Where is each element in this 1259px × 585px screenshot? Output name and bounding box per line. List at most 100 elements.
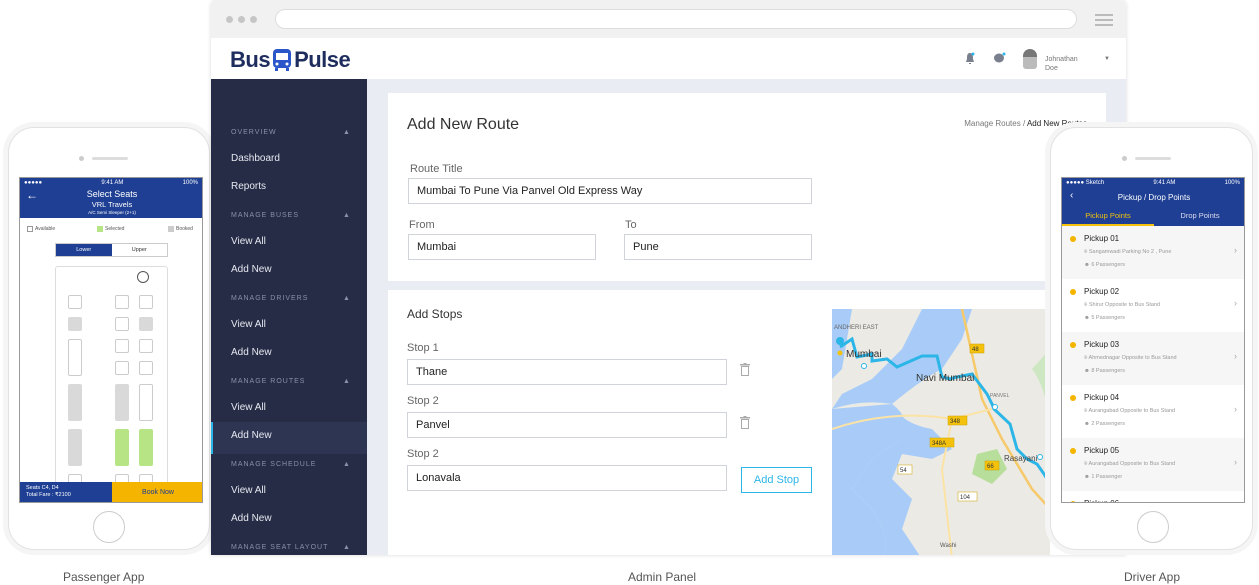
sidebar-section[interactable]: MANAGE SEAT LAYOUT ▲: [231, 544, 350, 551]
road-label: 104: [960, 495, 971, 501]
to-input[interactable]: Pune: [624, 234, 812, 260]
sidebar-item[interactable]: Add New: [231, 347, 272, 358]
breadcrumb-manage-routes[interactable]: Manage Routes: [964, 119, 1020, 128]
pickup-item[interactable]: Pickup 04 ⌾ Aurangabad Opposite to Bus S…: [1062, 385, 1244, 438]
sidebar-item[interactable]: View All: [231, 319, 266, 330]
sidebar-section[interactable]: MANAGE DRIVERS ▲: [231, 295, 350, 302]
seat-selected-sleeper[interactable]: [115, 429, 129, 466]
stop-input[interactable]: Thane: [407, 359, 727, 385]
seat-map: [55, 266, 168, 488]
seat-available[interactable]: [68, 295, 82, 309]
people-icon: ☻: [1084, 315, 1090, 321]
sidebar-item[interactable]: Add New: [231, 513, 272, 524]
sidebar-item[interactable]: View All: [231, 485, 266, 496]
chat-icon[interactable]: [993, 52, 1006, 64]
seat-available[interactable]: [139, 361, 153, 375]
pickup-item[interactable]: Pickup 06: [1062, 491, 1244, 502]
location-pin-icon: ⌾: [1084, 355, 1088, 361]
chevron-right-icon: ›: [1234, 245, 1237, 255]
chevron-down-icon[interactable]: ▼: [1104, 56, 1110, 62]
caret-up-icon: ▲: [343, 212, 351, 219]
sidebar-item[interactable]: Add New: [231, 264, 272, 275]
timeline-dot: [1070, 501, 1076, 502]
pickup-passengers: ☻ 8 Passengers: [1084, 368, 1125, 374]
sidebar-item[interactable]: View All: [231, 402, 266, 413]
legend-selected: Selected: [97, 226, 124, 232]
logo[interactable]: Bus Pulse: [230, 47, 351, 73]
map-label: ANDHERI EAST: [834, 325, 879, 331]
pickup-name: Pickup 05: [1084, 446, 1120, 455]
pickup-item[interactable]: Pickup 02 ⌾ Shirur Opposite to Bus Stand…: [1062, 279, 1244, 332]
avatar[interactable]: [1023, 49, 1037, 69]
location-pin-icon: ⌾: [1084, 249, 1088, 255]
menu-icon[interactable]: [1095, 14, 1113, 16]
seat-selected-sleeper[interactable]: [139, 429, 153, 466]
pickup-passengers: ☻ 5 Passengers: [1084, 315, 1125, 321]
map-label: Mumbai: [846, 349, 882, 360]
sidebar-section[interactable]: MANAGE ROUTES ▲: [231, 378, 350, 385]
sidebar-section[interactable]: MANAGE BUSES ▲: [231, 212, 350, 219]
book-now-button[interactable]: Book Now: [112, 482, 202, 502]
trash-icon[interactable]: [740, 363, 750, 376]
sidebar-section[interactable]: MANAGE SCHEDULE ▲: [231, 461, 350, 468]
tab-lower[interactable]: Lower: [56, 244, 112, 256]
sidebar-item[interactable]: View All: [231, 236, 266, 247]
sidebar-item[interactable]: Reports: [231, 181, 266, 192]
sidebar-item[interactable]: Dashboard: [231, 153, 280, 164]
road-label: 54: [900, 468, 907, 474]
breadcrumb: Manage Routes / Add New Routes: [964, 119, 1087, 128]
pickup-item[interactable]: Pickup 01 ⌾ Sangamwadi Parking No 2 , Pu…: [1062, 226, 1244, 279]
seat-booked: [68, 317, 82, 331]
sidebar-section[interactable]: OVERVIEW ▲: [231, 129, 350, 136]
from-label: From: [409, 219, 435, 231]
tab-upper[interactable]: Upper: [112, 244, 168, 256]
fare-summary: Seats C4, D4 Total Fare : ₹2100: [20, 482, 112, 502]
admin-panel-caption: Admin Panel: [628, 570, 697, 584]
seat-available[interactable]: [115, 317, 129, 331]
driver-screen: ●●●●● Sketch 9:41 AM 100% ‹ Pickup / Drop …: [1061, 177, 1245, 503]
chevron-right-icon: ›: [1234, 457, 1237, 467]
seats-text: Seats C4, D4: [26, 485, 59, 491]
stop-input[interactable]: Panvel: [407, 412, 727, 438]
seat-available[interactable]: [115, 361, 129, 375]
home-button[interactable]: [1137, 511, 1169, 543]
route-title-input[interactable]: Mumbai To Pune Via Panvel Old Express Wa…: [408, 178, 812, 204]
sidebar-item[interactable]: Add New: [231, 430, 272, 441]
driver-app-caption: Driver App: [1124, 570, 1181, 584]
admin-browser-window: Bus Pulse Johnathan Doe ▼ OVERVIEW ▲ Dashbo…: [211, 0, 1126, 555]
seat-available[interactable]: [139, 339, 153, 353]
pickup-name: Pickup 01: [1084, 234, 1120, 243]
seat-available-sleeper[interactable]: [139, 384, 153, 421]
home-button[interactable]: [93, 511, 125, 543]
seat-available[interactable]: [115, 339, 129, 353]
add-stop-button[interactable]: Add Stop: [741, 467, 812, 493]
seat-available[interactable]: [139, 295, 153, 309]
tab-drop-points[interactable]: Drop Points: [1154, 211, 1244, 220]
screen-title: Pickup / Drop Points: [1117, 193, 1191, 202]
screen-title: Select Seats: [86, 189, 138, 199]
pickup-address: ⌾ Aurangabad Opposite to Bus Stand: [1084, 461, 1176, 467]
map-label: Rasayani: [1004, 454, 1038, 463]
route-map[interactable]: ANDHERI EAST Mumbai Navi Mumbai PANVEL Rasay…: [832, 309, 1050, 555]
tab-pickup-points[interactable]: Pickup Points: [1062, 211, 1154, 226]
bell-icon[interactable]: [965, 52, 975, 65]
caret-up-icon: ▲: [343, 129, 351, 136]
road-label: 48: [972, 347, 979, 353]
road-label: 66: [987, 464, 994, 470]
from-input[interactable]: Mumbai: [408, 234, 596, 260]
passenger-screen: ●●●●● 9:41 AM 100% ← Select Seats VRL Trav…: [19, 177, 203, 503]
caret-up-icon: ▲: [343, 544, 351, 551]
seat-available[interactable]: [115, 295, 129, 309]
user-name[interactable]: Johnathan Doe: [1045, 55, 1078, 73]
address-bar[interactable]: [275, 9, 1077, 29]
people-icon: ☻: [1084, 368, 1090, 374]
operator-name: VRL Travels: [91, 200, 133, 209]
passenger-app-caption: Passenger App: [63, 570, 145, 584]
pickup-item[interactable]: Pickup 03 ⌾ Ahmednagar Opposite to Bus S…: [1062, 332, 1244, 385]
seat-available-sleeper[interactable]: [68, 339, 82, 376]
pickup-item[interactable]: Pickup 05 ⌾ Aurangabad Opposite to Bus S…: [1062, 438, 1244, 491]
stops-card: Add Stops Stop 1 Thane Stop 2 Panvel Stop …: [388, 290, 1106, 555]
legend-booked: Booked: [168, 226, 193, 232]
stop-input[interactable]: Lonavala: [407, 465, 727, 491]
trash-icon[interactable]: [740, 416, 750, 429]
